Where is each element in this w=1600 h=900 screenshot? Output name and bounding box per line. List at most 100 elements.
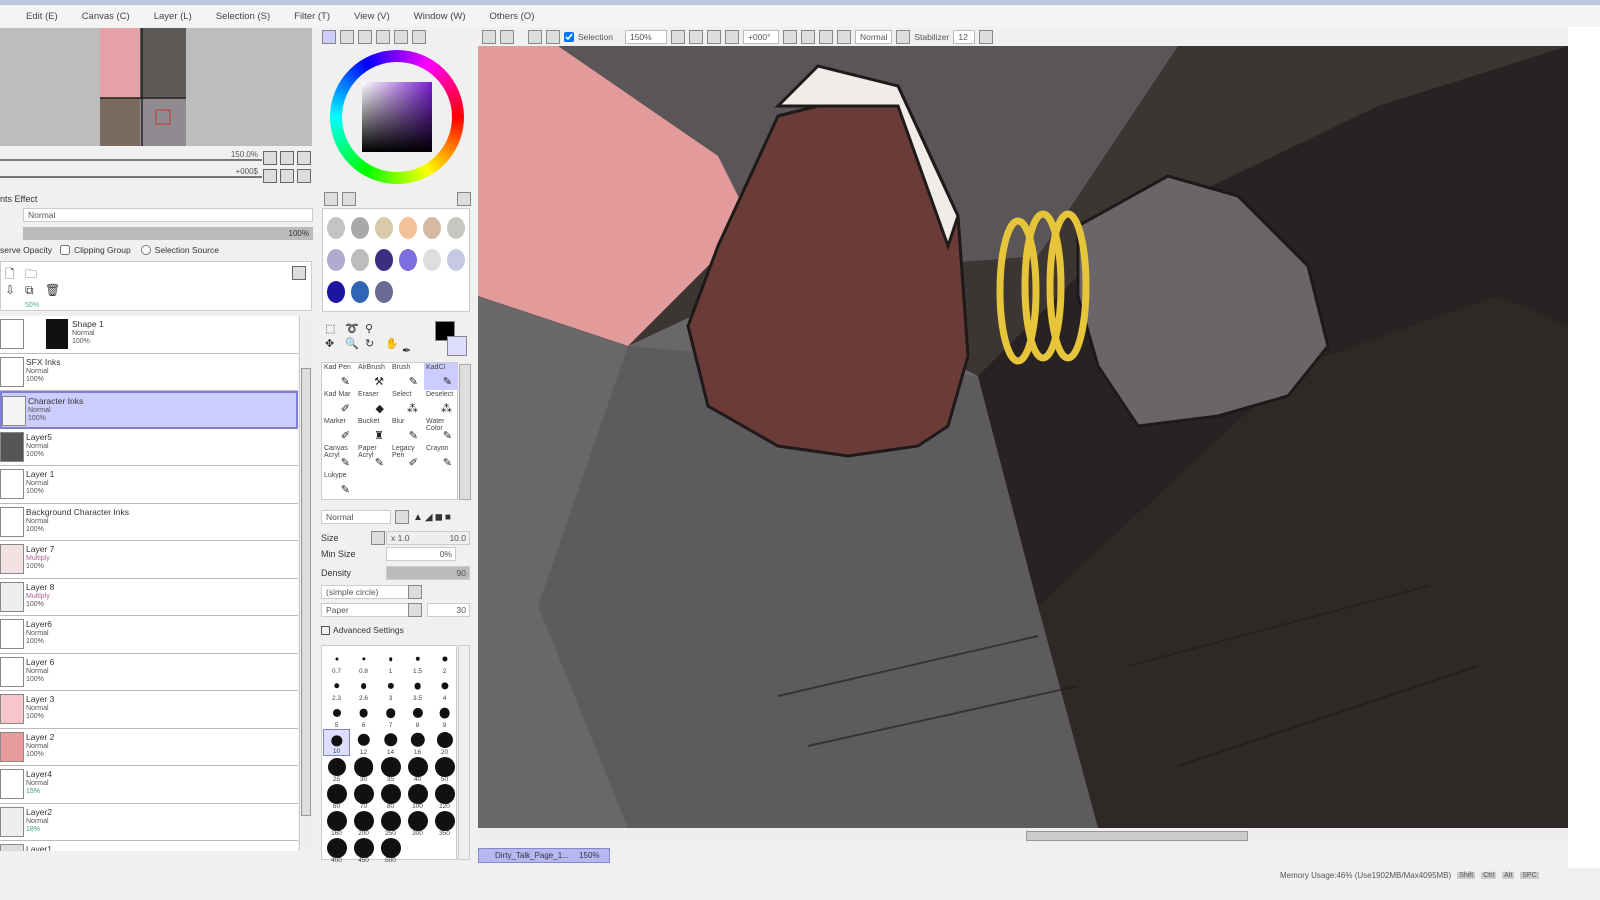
brush-size-option[interactable]: 12 bbox=[350, 729, 377, 756]
layer-row[interactable]: Layer6 Normal 100% bbox=[0, 616, 298, 654]
flip-button[interactable] bbox=[896, 29, 911, 44]
blend-mode-select[interactable]: Normal bbox=[23, 208, 313, 222]
palette-swatch[interactable] bbox=[327, 281, 345, 303]
rotate-reset-button[interactable] bbox=[836, 29, 851, 44]
zoom-icon[interactable]: 🔍 bbox=[345, 337, 363, 350]
menu-view[interactable]: View (V) bbox=[342, 11, 402, 22]
move-icon[interactable]: ✥ bbox=[325, 337, 343, 350]
brush-size-option[interactable]: 35 bbox=[377, 756, 404, 783]
merge-down-icon[interactable]: ⧉ bbox=[25, 283, 34, 298]
brush-size-option[interactable]: 50 bbox=[431, 756, 458, 783]
nav-zoom-reset-button[interactable] bbox=[297, 151, 311, 165]
palette-swatch[interactable] bbox=[375, 281, 393, 303]
brush-size-option[interactable]: 25 bbox=[323, 756, 350, 783]
tool-water-color[interactable]: Water Color ✎ bbox=[424, 417, 458, 444]
brush-size-option[interactable]: 0.8 bbox=[350, 648, 377, 675]
brush-size-option[interactable]: 1.5 bbox=[404, 648, 431, 675]
tool-kad-mar[interactable]: Kad Mar ✐ bbox=[322, 390, 356, 417]
layer-row[interactable]: Layer 7 Multiply 100% bbox=[0, 541, 298, 579]
layer-row[interactable]: Character Inks Normal 100% bbox=[0, 391, 298, 429]
brush-size-option[interactable]: 1 bbox=[377, 648, 404, 675]
palette-swatch[interactable] bbox=[327, 249, 345, 271]
menu-filter[interactable]: Filter (T) bbox=[282, 11, 342, 22]
palette-swatch[interactable] bbox=[375, 249, 393, 271]
hsv-slider-tab[interactable] bbox=[358, 30, 372, 44]
palette-add-button[interactable] bbox=[324, 192, 338, 206]
rect-select-icon[interactable]: ⬚ bbox=[325, 322, 343, 335]
layer-row[interactable]: Layer2 Normal 18% bbox=[0, 803, 298, 841]
brush-size-option[interactable]: 5 bbox=[323, 702, 350, 729]
size-multiplier-button[interactable] bbox=[371, 531, 385, 545]
preserve-opacity-label[interactable]: serve Opacity bbox=[0, 245, 52, 255]
brush-size-option[interactable]: 0.7 bbox=[323, 648, 350, 675]
brush-size-option[interactable]: 20 bbox=[431, 729, 458, 756]
tool-paper-acryl[interactable]: Paper Acryl ✎ bbox=[356, 444, 390, 471]
scratchpad-tab[interactable] bbox=[412, 30, 426, 44]
navigator-panel[interactable] bbox=[0, 28, 312, 146]
canvas-horizontal-scrollbar[interactable] bbox=[478, 829, 1568, 843]
rotation-dropdown[interactable] bbox=[782, 29, 797, 44]
palette-swatch[interactable] bbox=[351, 281, 369, 303]
brush-size-option[interactable]: 450 bbox=[350, 837, 377, 864]
tool-deselect[interactable]: Deselect ⁂ bbox=[424, 390, 458, 417]
brush-size-option[interactable]: 4 bbox=[431, 675, 458, 702]
brush-size-option[interactable]: 8 bbox=[404, 702, 431, 729]
layer-list[interactable]: Shape 1 Normal 100% SFX Inks Normal 100% Chara… bbox=[0, 316, 298, 851]
brush-size-option[interactable]: 10 bbox=[323, 729, 350, 756]
size-slider[interactable]: x 1.0 10.0 bbox=[386, 531, 470, 545]
brush-size-option[interactable]: 16 bbox=[404, 729, 431, 756]
tool-crayon[interactable]: Crayon ✎ bbox=[424, 444, 458, 471]
layer-row[interactable]: Layer4 Normal 15% bbox=[0, 766, 298, 804]
layer-scrollbar[interactable] bbox=[299, 316, 312, 851]
brush-size-option[interactable]: 6 bbox=[350, 702, 377, 729]
zoom-slider[interactable]: 150.0% bbox=[0, 150, 262, 164]
tool-eraser[interactable]: Eraser ◆ bbox=[356, 390, 390, 417]
nav-zoom-out-button[interactable] bbox=[263, 151, 277, 165]
redo-button[interactable] bbox=[500, 29, 514, 44]
tool-brush[interactable]: Brush ✎ bbox=[390, 363, 424, 390]
transfer-down-icon[interactable]: ⇩ bbox=[5, 283, 15, 297]
palette-swatch[interactable] bbox=[351, 217, 369, 239]
brush-size-option[interactable]: 250 bbox=[377, 810, 404, 837]
layer-row[interactable]: Shape 1 Normal 100% bbox=[0, 316, 298, 354]
layer-opacity-slider[interactable]: 100% bbox=[23, 227, 313, 240]
clipping-group-checkbox[interactable] bbox=[59, 245, 70, 255]
tool-blur[interactable]: Blur ✎ bbox=[390, 417, 424, 444]
brush-size-option[interactable]: 300 bbox=[404, 810, 431, 837]
saturation-value-square[interactable] bbox=[362, 82, 432, 152]
secondary-color-swatch[interactable] bbox=[447, 336, 467, 356]
tool-kad-pen[interactable]: Kad Pen ✎ bbox=[322, 363, 356, 390]
layer-row[interactable]: Layer 8 Multiply 100% bbox=[0, 578, 298, 616]
gradient-tab[interactable] bbox=[376, 30, 390, 44]
brush-size-option[interactable]: 60 bbox=[323, 783, 350, 810]
brush-size-option[interactable]: 40 bbox=[404, 756, 431, 783]
brush-blend-dropdown[interactable] bbox=[395, 510, 409, 524]
brush-size-option[interactable]: 100 bbox=[404, 783, 431, 810]
zoom-dropdown[interactable] bbox=[670, 29, 685, 44]
palette-remove-button[interactable] bbox=[342, 192, 356, 206]
palette-swatch[interactable] bbox=[351, 249, 369, 271]
brush-blend-mode[interactable]: Normal bbox=[321, 510, 391, 524]
min-size-slider[interactable]: 0% bbox=[386, 547, 456, 561]
delete-layer-icon[interactable]: 🗑 bbox=[45, 283, 60, 297]
tool-legacy-pen[interactable]: Legacy Pen ✐ bbox=[390, 444, 424, 471]
rotate-right-button[interactable] bbox=[818, 29, 833, 44]
brush-size-scrollbar[interactable] bbox=[458, 645, 470, 860]
palette-swatch[interactable] bbox=[375, 217, 393, 239]
palette-swatch[interactable] bbox=[447, 249, 465, 271]
tool-grid-scrollbar[interactable] bbox=[459, 364, 471, 500]
brush-shape-select[interactable]: (simple circle) bbox=[321, 585, 409, 599]
brush-shape-dropdown[interactable] bbox=[408, 585, 422, 599]
palette-menu-button[interactable] bbox=[457, 192, 471, 206]
nav-rotate-left-button[interactable] bbox=[263, 169, 277, 183]
density-slider[interactable]: 90 bbox=[386, 566, 470, 580]
brush-size-option[interactable]: 2.6 bbox=[350, 675, 377, 702]
brush-size-option[interactable]: 14 bbox=[377, 729, 404, 756]
eyedropper-icon[interactable]: ✒ bbox=[402, 344, 411, 357]
brush-size-option[interactable]: 80 bbox=[377, 783, 404, 810]
layer-menu-button[interactable] bbox=[292, 266, 306, 280]
zoom-reset-button[interactable] bbox=[724, 29, 739, 44]
palette-swatch[interactable] bbox=[399, 249, 417, 271]
tool-bucket[interactable]: Bucket ♜ bbox=[356, 417, 390, 444]
palette-swatch[interactable] bbox=[327, 217, 345, 239]
